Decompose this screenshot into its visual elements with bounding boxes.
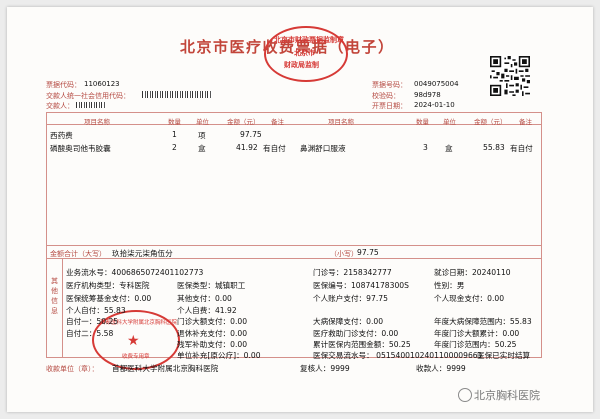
number-value: 0049075004 [414, 80, 459, 88]
code-value: 11060123 [84, 80, 120, 88]
info-insurance-type: 医保类型：城镇职工 [177, 281, 246, 290]
check-label: 校验码： [372, 92, 400, 100]
total-small-value: 97.75 [357, 248, 379, 257]
col-unit: 单位 [196, 118, 209, 126]
info-visit-date: 就诊日期：20240110 [434, 268, 511, 277]
info-fund-pay: 医保统筹基金支付：0.00 [66, 294, 152, 303]
item-qty: 1 [172, 130, 177, 139]
finance-seal-mid: 北京市 [294, 49, 315, 57]
qr-code-icon [490, 56, 530, 96]
item-qty: 2 [172, 143, 177, 152]
star-icon: ★ [127, 333, 140, 349]
info-right-border [541, 258, 543, 358]
col-amount: 金额（元） [227, 118, 260, 126]
info-sick-pay: 大病保障支付：0.00 [313, 317, 384, 326]
code-label: 票据代码： [46, 81, 81, 89]
info-self-pay: 个人自付：55.83 [66, 306, 126, 315]
total-upper-label: 金额合计（大写） [50, 250, 106, 258]
finance-seal-inner: 财政局监制 [284, 61, 319, 69]
table-total-divider [46, 245, 542, 246]
finance-seal: 北京市财政票据监制章 北京市 财政局监制 [264, 26, 348, 82]
col-amount-right: 金额（元） [474, 118, 507, 126]
info-disabled-pay: 残军补助支付：0.00 [177, 340, 248, 349]
item-unit-right: 盒 [445, 144, 453, 153]
finance-seal-outer: 北京市财政票据监制章 [274, 36, 344, 44]
payer-credit-label: 交款人统一社会信用代码： [46, 92, 130, 100]
col-note: 备注 [271, 118, 284, 126]
col-unit-right: 单位 [443, 118, 456, 126]
col-qty-right: 数量 [416, 118, 429, 126]
payer-label: 交款人： [46, 102, 74, 110]
date-value: 2024-01-10 [414, 101, 455, 109]
item-amount-right: 55.83 [483, 143, 505, 152]
info-label-divider [62, 258, 63, 358]
info-realtime: 医保已实时结算 [477, 351, 531, 360]
info-self-cost: 个人自费：41.92 [177, 306, 237, 315]
item-unit: 项 [198, 131, 206, 140]
total-upper-value: 玖拾柒元柒角伍分 [112, 249, 173, 258]
item-note: 有自付 [263, 144, 286, 153]
info-range-sum: 累计医保内范围金额：50.25 [313, 340, 411, 349]
item-name-right: 鼻渊舒口服液 [300, 144, 346, 153]
date-label: 开票日期： [372, 102, 407, 110]
item-qty-right: 3 [423, 143, 428, 152]
watermark-logo-icon [458, 388, 472, 402]
redacted-name-bar [76, 102, 106, 108]
info-rescue-pay: 医疗救助门诊支付：0.00 [313, 329, 399, 338]
unit-label: 收款单位（章）： [46, 365, 99, 373]
info-gender: 性别：男 [434, 281, 465, 290]
item-name: 西药费 [50, 131, 73, 140]
item-note-right: 有自付 [510, 144, 533, 153]
item-amount: 41.92 [236, 143, 258, 152]
table-left-border [46, 112, 48, 258]
info-annual-clinic: 年度门诊大额累计：0.00 [434, 329, 520, 338]
hospital-seal-sub: 收费专用章 [122, 354, 150, 360]
info-trade: 医保交易流水号： 0515400102401100009661 [313, 351, 483, 360]
col-name-right: 项目名称 [328, 118, 354, 126]
info-insurance-no: 医保编号：10874178300S [313, 281, 409, 290]
table-top-border [46, 112, 542, 114]
info-big-pay: 门诊大额支付：0.00 [177, 317, 248, 326]
info-retire-pay: 退休补充支付：0.00 [177, 329, 248, 338]
info-unit-pay: 单位补充[原公疗]：0.00 [177, 351, 261, 360]
info-self-two: 自付二：5.58 [66, 329, 114, 338]
total-small-label: （小写） [330, 250, 358, 258]
info-outpatient: 门诊号：2158342777 [313, 268, 392, 277]
table-right-border [541, 112, 543, 258]
col-name: 项目名称 [84, 118, 110, 126]
info-account-pay: 个人账户支付：97.75 [313, 294, 388, 303]
watermark-text: 北京胸科医院 [474, 389, 540, 402]
info-cash-pay: 个人现金支付：0.00 [434, 294, 505, 303]
table-header-divider [46, 124, 542, 125]
item-unit: 盒 [198, 144, 206, 153]
info-left-border [46, 258, 48, 358]
col-qty: 数量 [168, 118, 181, 126]
item-name: 磷酸奥司他韦胶囊 [50, 144, 111, 153]
reviewer: 复核人：9999 [300, 364, 350, 373]
info-annual-range: 年度门诊范围内：50.25 [434, 340, 517, 349]
payee: 收款人：9999 [416, 364, 466, 373]
check-value: 98d978 [414, 91, 441, 99]
info-other-pay: 其他支付：0.00 [177, 294, 232, 303]
info-serial: 业务流水号：4006865072401102773 [66, 268, 204, 277]
col-note-right: 备注 [519, 118, 532, 126]
other-info-label: 其他信息 [51, 277, 58, 315]
info-annual-big: 年度大病保障范围内：55.83 [434, 317, 532, 326]
unit-value: 首都医科大学附属北京胸科医院 [112, 364, 219, 373]
info-self-one: 自付一：50.25 [66, 317, 119, 326]
redacted-id-bar [142, 91, 212, 98]
item-amount: 97.75 [240, 130, 262, 139]
number-label: 票据号码： [372, 81, 407, 89]
info-institution: 医疗机构类型：专科医院 [66, 281, 150, 290]
